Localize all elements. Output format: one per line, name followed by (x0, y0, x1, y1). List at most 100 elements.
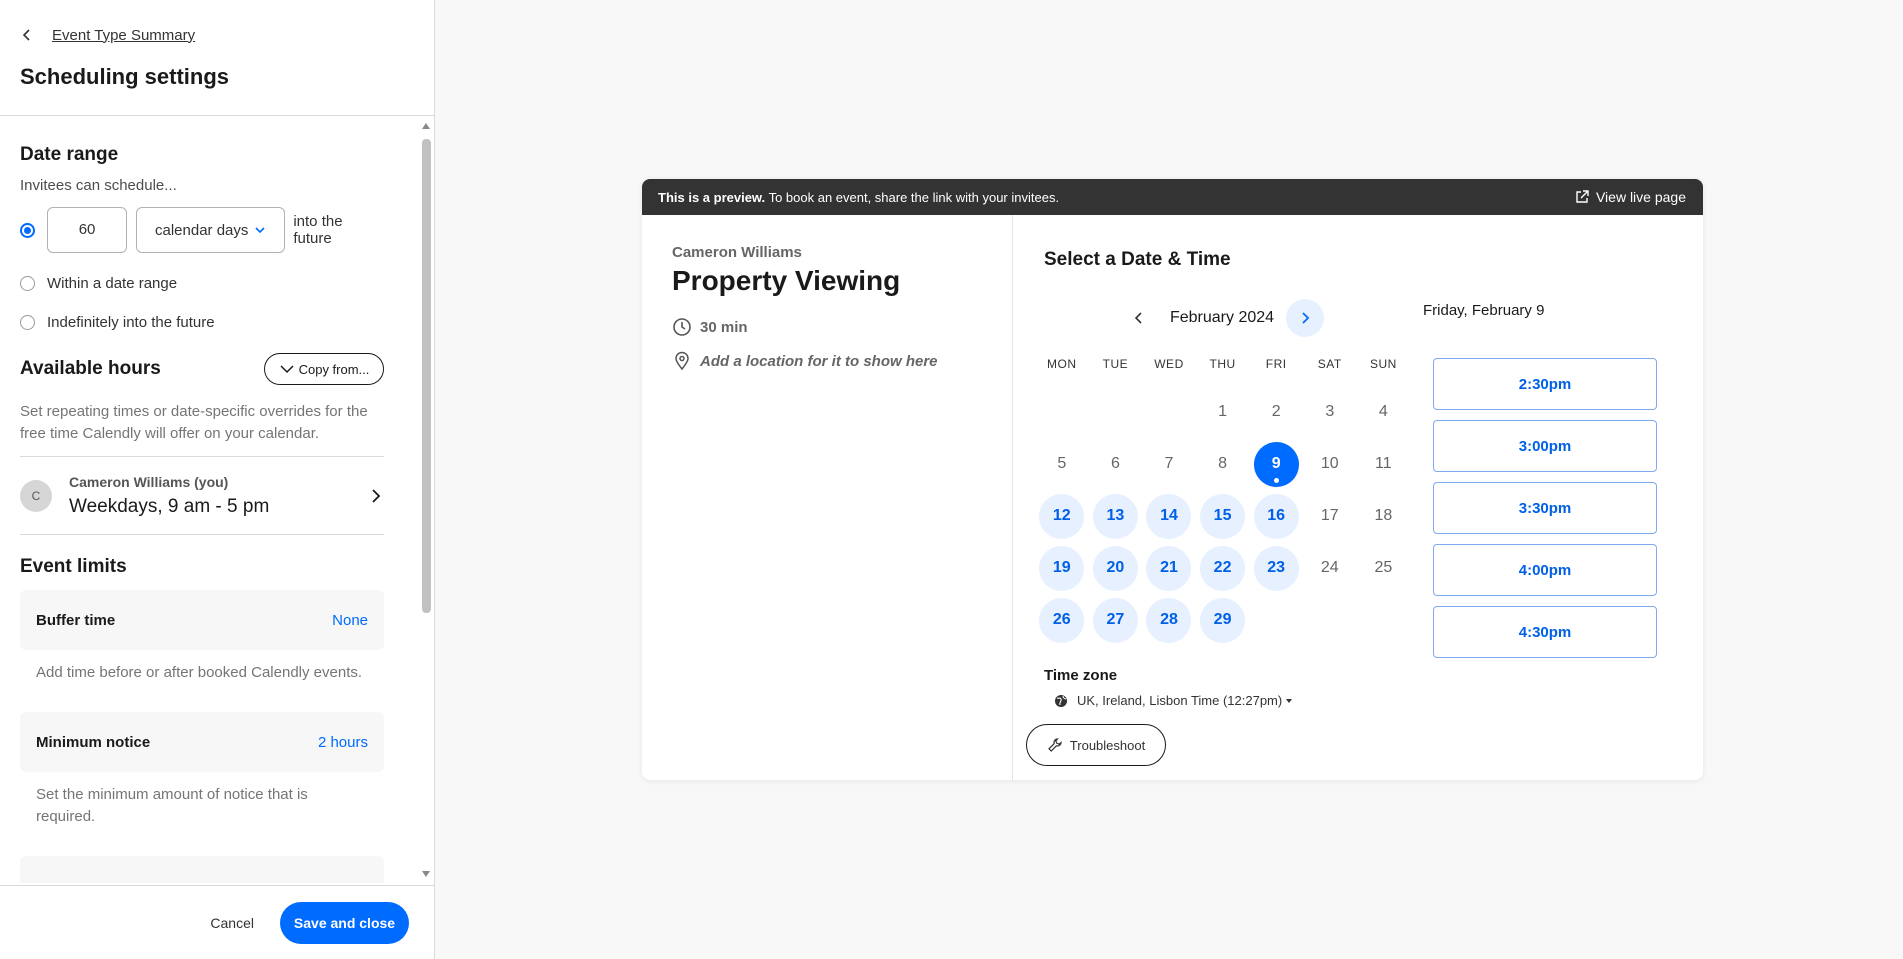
preview-banner-rest: To book an event, share the link with yo… (765, 189, 1060, 205)
unit-select[interactable]: calendar days (136, 207, 286, 253)
timezone-title: Time zone (1044, 667, 1118, 684)
calendar-day-number: 19 (1039, 545, 1085, 591)
view-live-page-label: View live page (1595, 189, 1686, 205)
prev-month-button[interactable] (1120, 299, 1158, 337)
calendar-day-number: 27 (1092, 597, 1138, 643)
calendar-day-number: 8 (1218, 455, 1228, 472)
calendar-day: 5 (1035, 438, 1089, 490)
weekday-label: SAT (1317, 357, 1342, 371)
chevron-left-icon (22, 29, 30, 41)
calendar-blank (1142, 386, 1196, 438)
schedule-row[interactable]: C Cameron Williams (you) Weekdays, 9 am … (20, 456, 384, 535)
event-title: Property Viewing (672, 265, 901, 296)
calendar-day[interactable]: 27 (1089, 594, 1143, 646)
calendar-day-number: 25 (1374, 559, 1393, 576)
calendar-day: 3 (1303, 386, 1357, 438)
caret-down-icon (1286, 698, 1293, 703)
wrench-icon (1047, 738, 1062, 752)
radio-days[interactable] (20, 222, 35, 238)
calendar-day-number: 2 (1271, 403, 1281, 420)
event-details: Cameron Williams Property Viewing 30 min… (642, 215, 1013, 780)
preview-banner-bold: This is a preview. (658, 189, 766, 205)
scroll-down-arrow[interactable] (422, 871, 430, 877)
calendar-day[interactable]: 21 (1142, 542, 1196, 594)
date-range-subtitle: Invitees can schedule... (20, 177, 177, 194)
time-slot-button[interactable]: 4:00pm (1433, 544, 1657, 596)
days-input[interactable]: 60 (47, 207, 128, 253)
scroll-thumb[interactable] (422, 139, 431, 613)
calendar-day-number: 3 (1325, 403, 1335, 420)
select-date-time-title: Select a Date & Time (1044, 249, 1231, 270)
duration-row: 30 min (672, 317, 1012, 337)
calendar-day-selected[interactable]: 9 (1249, 438, 1303, 490)
buffer-time-value[interactable]: None (332, 612, 368, 629)
radio-within-label: Within a date range (47, 275, 178, 292)
radio-row-indefinite: Indefinitely into the future (20, 314, 384, 331)
calendar-day-number: 28 (1146, 597, 1192, 643)
calendar-day-number: 29 (1200, 597, 1246, 643)
globe-icon (1055, 694, 1067, 707)
calendar-day[interactable]: 14 (1142, 490, 1196, 542)
calendar-day: 17 (1303, 490, 1357, 542)
calendar-day[interactable]: 23 (1249, 542, 1303, 594)
location-label: Add a location for it to show here (700, 352, 938, 370)
next-month-button[interactable] (1286, 299, 1324, 337)
calendar-day-number: 1 (1218, 403, 1228, 420)
calendar-day[interactable]: 26 (1035, 594, 1089, 646)
chevron-down-icon (280, 365, 294, 374)
view-live-page-link[interactable]: View live page (1574, 189, 1686, 205)
calendar-day-number: 13 (1092, 493, 1138, 539)
back-link[interactable]: Event Type Summary (20, 22, 414, 48)
available-hours-title: Available hours (20, 358, 161, 379)
calendar-day: 6 (1089, 438, 1143, 490)
weekday-label: TUE (1102, 357, 1129, 371)
calendar-day[interactable]: 29 (1196, 594, 1250, 646)
calendar-day[interactable]: 13 (1089, 490, 1143, 542)
preview-banner: This is a preview. To book an event, sha… (642, 179, 1703, 215)
minimum-notice-card[interactable]: Minimum notice 2 hours (20, 712, 384, 772)
calendar-day[interactable]: 20 (1089, 542, 1143, 594)
radio-within[interactable] (20, 276, 35, 291)
weekday-label: MON (1047, 357, 1077, 371)
calendar-day-number: 7 (1164, 455, 1174, 472)
calendar-day[interactable]: 16 (1249, 490, 1303, 542)
month-navigation: February 2024 (1120, 299, 1324, 337)
buffer-time-card[interactable]: Buffer time None (20, 590, 384, 650)
calendar-day: 24 (1303, 542, 1357, 594)
radio-indefinite[interactable] (20, 315, 35, 330)
calendar-day[interactable]: 22 (1196, 542, 1250, 594)
calendar-day[interactable]: 12 (1035, 490, 1089, 542)
calendar-day[interactable]: 28 (1142, 594, 1196, 646)
cancel-button[interactable]: Cancel (210, 915, 254, 931)
calendar-day-number: 5 (1057, 455, 1067, 472)
calendar-day-number: 11 (1375, 455, 1392, 472)
troubleshoot-button[interactable]: Troubleshoot (1026, 724, 1166, 766)
copy-from-button[interactable]: Copy from... (264, 353, 384, 385)
time-slot-list: 2:30pm 3:00pm 3:30pm 4:00pm 4:30pm (1433, 358, 1657, 668)
weekday-header: MON TUE WED THU FRI SAT SUN (1035, 357, 1410, 371)
sidebar-scrollbar[interactable] (419, 117, 433, 883)
preview-body: Cameron Williams Property Viewing 30 min… (642, 215, 1703, 780)
save-and-close-button[interactable]: Save and close (280, 901, 409, 944)
minimum-notice-label: Minimum notice (36, 733, 151, 751)
time-slot-button[interactable]: 4:30pm (1433, 606, 1657, 658)
timezone-select[interactable]: UK, Ireland, Lisbon Time (12:27pm) (1054, 693, 1293, 708)
time-slot-button[interactable]: 2:30pm (1433, 358, 1657, 410)
minimum-notice-value[interactable]: 2 hours (318, 734, 368, 751)
back-link-label: Event Type Summary (52, 26, 196, 44)
date-range-title: Date range (20, 144, 119, 165)
scroll-up-arrow[interactable] (422, 123, 430, 129)
time-slot-button[interactable]: 3:00pm (1433, 420, 1657, 472)
calendar-day[interactable]: 15 (1196, 490, 1250, 542)
time-slot-button[interactable]: 3:30pm (1433, 482, 1657, 534)
calendar-day-number: 18 (1374, 507, 1393, 524)
next-limit-card[interactable] (20, 856, 384, 883)
calendar-day[interactable]: 19 (1035, 542, 1089, 594)
preview-banner-text: This is a preview. To book an event, sha… (658, 190, 1059, 205)
chevron-down-icon (255, 227, 265, 234)
calendar-day-number: 12 (1039, 493, 1085, 539)
selected-date-label: Friday, February 9 (1423, 302, 1545, 319)
minimum-notice-description: Set the minimum amount of notice that is… (36, 786, 308, 825)
unit-select-value: calendar days (155, 221, 249, 239)
calendar-day: 8 (1196, 438, 1250, 490)
